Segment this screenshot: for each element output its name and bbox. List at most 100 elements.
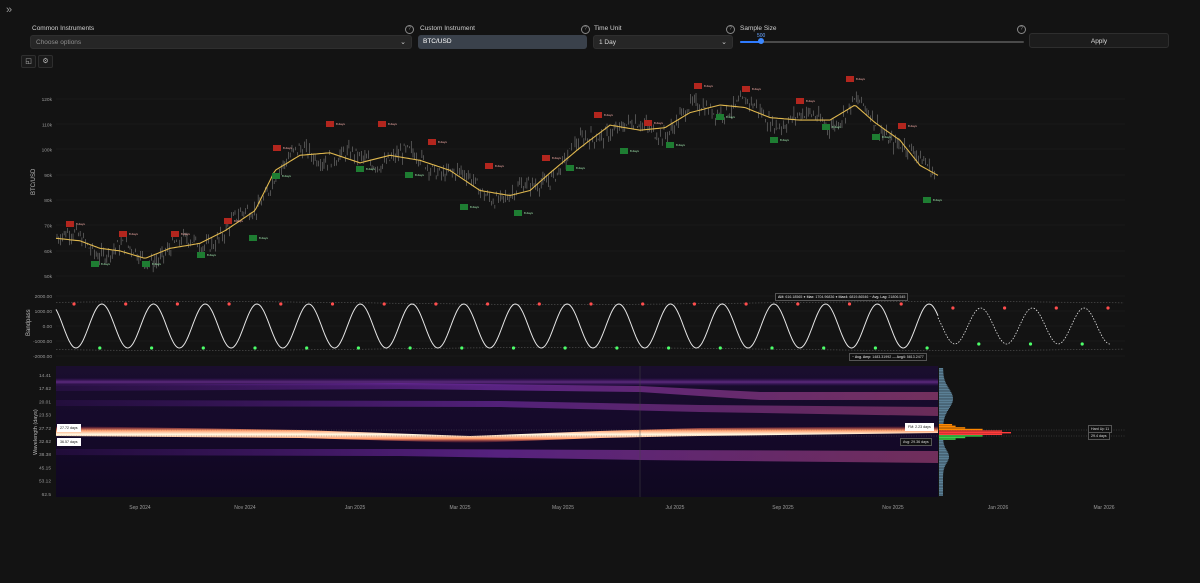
- cycle-low-marker: [822, 124, 830, 130]
- bandpass-peak-dot: [899, 302, 903, 306]
- cycle-low-label: 8 days: [576, 166, 585, 170]
- bandpass-peak-dot: [1003, 306, 1007, 310]
- legend-avg4-value: 5813.2477: [906, 355, 924, 359]
- spectrum-bar: [939, 425, 956, 427]
- spectrum-bar: [939, 372, 944, 375]
- spectrum-bar: [939, 376, 944, 378]
- cycle-low-label: 8 days: [780, 138, 789, 142]
- spectrum-bar: [939, 484, 943, 487]
- price-tick-label: 80k: [44, 198, 52, 204]
- bandpass-peak-dot: [589, 302, 593, 306]
- heatmap-cursor-label-2: 36.57 days: [57, 438, 81, 446]
- bandpass-peak-dot: [692, 302, 697, 306]
- cycle-high-marker: [428, 139, 436, 145]
- cycle-markers: 8 days 8 days 8 days 8 days 8 days 8 days 8 da…: [66, 76, 942, 267]
- heatmap-tick-label: 17.62: [39, 386, 51, 392]
- price-tick-label: 50k: [44, 274, 52, 280]
- legend-avg4-key: Avg4:: [896, 355, 906, 359]
- chart-svg: 120k 110k 100k 90k 80k 70k 60k 50k BTC/USD 8 da…: [26, 76, 1125, 511]
- spectrum-bar: [939, 428, 983, 431]
- spectrum-bar: [939, 393, 953, 395]
- cycle-high-label: 8 days: [283, 146, 292, 150]
- cycle-high-marker: [742, 86, 750, 92]
- time-axis-label: Jan 2026: [988, 505, 1009, 511]
- bandpass-trough-dot: [305, 346, 309, 350]
- cycle-high-label: 8 days: [129, 232, 138, 236]
- cycle-high-label: 8 days: [438, 140, 447, 144]
- cycle-low-marker: [923, 197, 931, 203]
- spectrum-bar: [939, 419, 944, 421]
- bandpass-trough-dot: [356, 346, 360, 350]
- cycle-low-marker: [91, 261, 99, 267]
- cycle-high-label: 8 days: [654, 121, 663, 125]
- spectrum-bar: [939, 476, 943, 479]
- price-tick-label: 70k: [44, 224, 52, 230]
- cycle-high-label: 8 days: [181, 232, 190, 236]
- cycle-high-marker: [796, 98, 804, 104]
- cycle-low-label: 8 days: [470, 205, 479, 209]
- spectrum-bar: [939, 489, 943, 491]
- heatmap-axis-ticks: 14.41 17.62 20.01 23.53 27.72 32.62 38.38 45.15…: [39, 373, 51, 498]
- cycle-high-marker: [694, 83, 702, 89]
- bandpass-trough-dot: [253, 346, 257, 350]
- spectrum-bar: [939, 488, 943, 490]
- heatmap-tick-label: 32.62: [39, 439, 51, 445]
- bandpass-peak-dot: [744, 302, 748, 306]
- bandpass-peak-dot: [486, 302, 490, 306]
- cycle-high-marker: [224, 218, 232, 224]
- bandpass-trough-dot: [98, 346, 102, 350]
- cycle-low-marker: [272, 173, 280, 179]
- bandpass-trough-dot: [1080, 342, 1084, 346]
- cycle-low-marker: [770, 137, 778, 143]
- bandpass-peak-dot: [72, 302, 76, 306]
- spectrum-bar: [939, 404, 951, 407]
- spectrum-bar: [939, 457, 949, 459]
- cycle-high-marker: [542, 155, 550, 161]
- bandpass-trough-dot: [563, 346, 567, 350]
- spectrum-bar: [939, 478, 943, 480]
- cycle-high-label: 8 days: [604, 113, 613, 117]
- cycle-high-label: 8 days: [856, 77, 865, 81]
- bandpass-tick-label: 2000.00: [35, 294, 53, 300]
- cycle-low-label: 8 days: [101, 262, 110, 266]
- bandpass-peak-dot: [951, 306, 955, 310]
- spectrum-bar: [939, 414, 946, 416]
- price-tick-label: 60k: [44, 249, 52, 255]
- spectrum-bar: [939, 452, 949, 455]
- heatmap-axis-label: Wavelength (days): [33, 409, 39, 455]
- spectrum-bar: [939, 462, 947, 464]
- heatmap-tick-label: 62.5: [42, 492, 52, 498]
- cycle-low-marker: [460, 204, 468, 210]
- avg-wavelength-label: Avg: 29.36 days: [900, 438, 932, 446]
- cycle-high-marker: [644, 120, 652, 126]
- bandpass-peak-dot: [434, 302, 438, 306]
- spectrum-bar: [939, 406, 950, 408]
- spectrum-bar: [939, 464, 946, 466]
- spectrum-bar: [939, 368, 944, 370]
- spectrum-bar: [939, 465, 945, 467]
- bandpass-trough-dot: [201, 346, 205, 350]
- spectrum-bar: [939, 401, 953, 403]
- price-tick-label: 100k: [42, 148, 53, 154]
- bandpass-axis-ticks: 2000.00 1000.00 0.00 -1000.00 -2000.00: [33, 294, 52, 360]
- cycle-high-label: 8 days: [704, 84, 713, 88]
- spectrum-bar: [939, 427, 966, 429]
- cycle-low-label: 8 days: [207, 253, 216, 257]
- bandpass-tick-label: -1000.00: [33, 339, 52, 345]
- bandpass-trough-dot: [977, 342, 981, 346]
- spectrum-bar: [939, 396, 953, 399]
- spectrum-bar: [939, 390, 951, 392]
- legend-max-key: Max:: [806, 295, 815, 299]
- spectrum-bar: [939, 435, 983, 437]
- spectrum-bar: [939, 470, 944, 472]
- cycle-low-label: 8 days: [832, 125, 841, 129]
- spectrum-bar: [939, 382, 946, 384]
- bandpass-tick-label: 1000.00: [35, 309, 53, 315]
- spectrum-bar: [939, 449, 947, 451]
- cycle-low-marker: [142, 261, 150, 267]
- spectrum-bar: [939, 409, 948, 411]
- cycle-low-marker: [620, 148, 628, 154]
- spectrum-bar: [939, 448, 946, 450]
- cycle-low-marker: [405, 172, 413, 178]
- legend-am-value: 616.18565: [785, 295, 803, 299]
